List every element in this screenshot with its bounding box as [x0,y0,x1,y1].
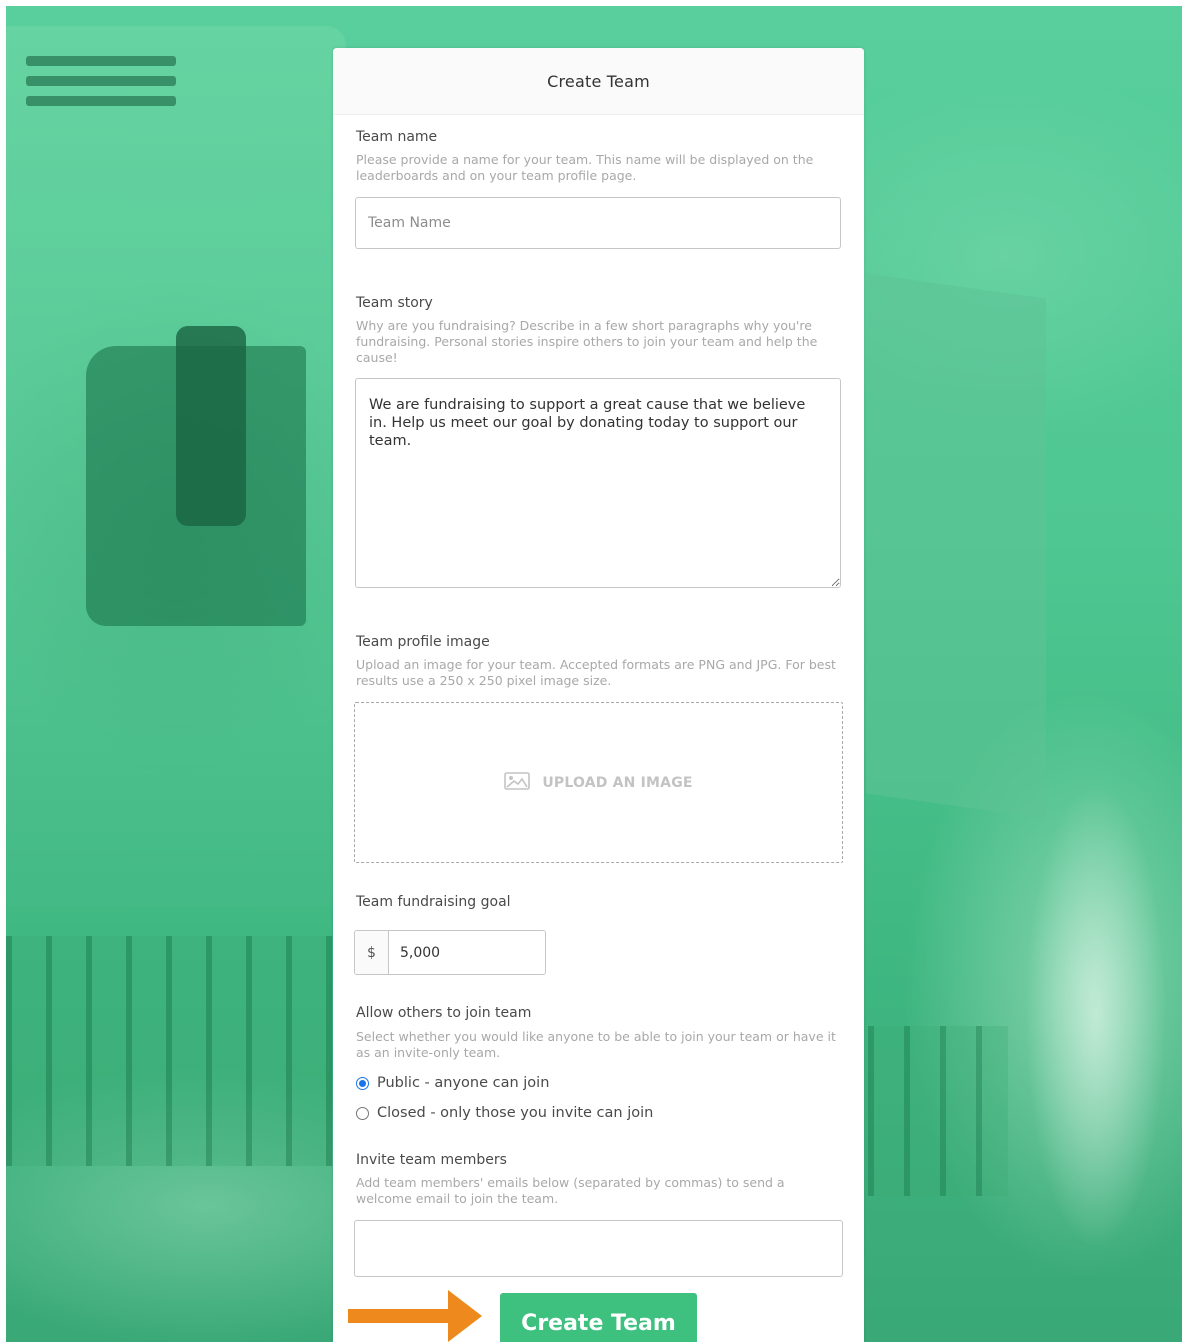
page-title: Create Team [547,71,650,91]
join-label: Allow others to join team [356,1005,532,1021]
arrow-right-icon [348,1290,482,1342]
radio-closed[interactable]: Closed - only those you invite can join [356,1105,653,1121]
team-story-label: Team story [356,295,433,311]
profile-image-help: Upload an image for your team. Accepted … [356,657,836,688]
invite-help: Add team members' emails below (separate… [356,1175,785,1206]
background-crates [868,1026,1008,1196]
radio-public[interactable]: Public - anyone can join [356,1075,549,1091]
create-team-card: Create Team Team name Please provide a n… [333,48,864,1342]
background-truck-vent [26,56,176,66]
card-header: Create Team [333,48,864,115]
team-name-label: Team name [356,129,438,145]
team-story-textarea[interactable] [355,378,841,588]
goal-input-group: $ [354,930,546,975]
join-help: Select whether you would like anyone to … [356,1029,836,1060]
team-story-help: Why are you fundraising? Describe in a f… [356,318,818,365]
goal-input[interactable] [389,931,545,974]
background-truck-vent [26,96,176,106]
radio-public-button[interactable] [356,1076,369,1090]
radio-closed-button[interactable] [356,1106,369,1120]
background-person [996,686,1182,1342]
goal-label: Team fundraising goal [356,894,511,910]
radio-public-label: Public - anyone can join [377,1075,550,1091]
profile-image-label: Team profile image [356,634,490,650]
background-truck-mirror [176,326,246,526]
image-icon [504,771,531,794]
upload-image-label: UPLOAD AN IMAGE [542,774,693,791]
currency-prefix: $ [355,931,389,974]
team-name-input[interactable] [355,197,841,249]
invite-label: Invite team members [356,1152,507,1168]
team-name-help: Please provide a name for your team. Thi… [356,152,814,183]
radio-closed-label: Closed - only those you invite can join [377,1105,654,1121]
background-truck-vent [26,76,176,86]
create-team-button[interactable]: Create Team [500,1293,697,1342]
upload-image-button[interactable]: UPLOAD AN IMAGE [504,771,693,794]
upload-image-dropzone[interactable]: UPLOAD AN IMAGE [354,702,843,863]
invite-emails-input[interactable] [354,1220,843,1277]
page: Create Team Team name Please provide a n… [0,0,1182,1342]
background-crates [6,936,346,1166]
